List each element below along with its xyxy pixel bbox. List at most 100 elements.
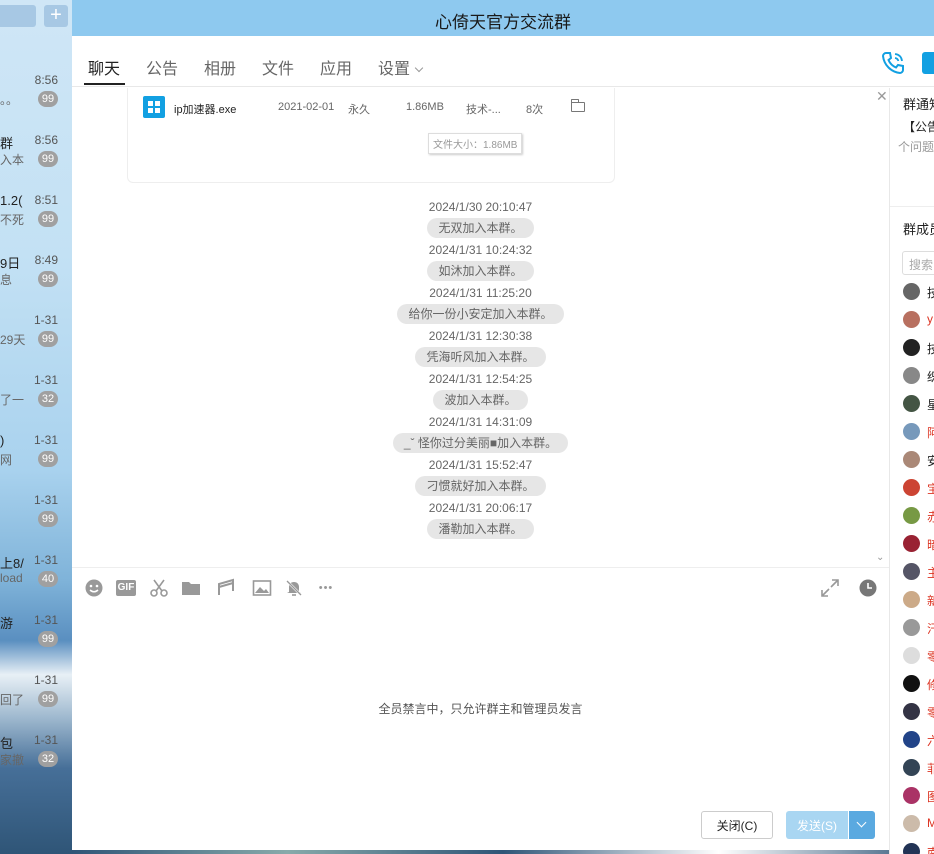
- session-name: 9日: [0, 256, 21, 271]
- session-item[interactable]: 包家撤 1-31 32: [0, 733, 72, 793]
- tab-settings-label: 设置: [378, 61, 411, 78]
- join-notice: 给你一份小安定加入本群。: [397, 304, 564, 324]
- session-item[interactable]: 9日息 8:49 99: [0, 253, 72, 313]
- history-clock-icon[interactable]: [858, 578, 878, 598]
- member-item[interactable]: 图: [903, 785, 934, 805]
- tab-chat[interactable]: 聊天: [88, 55, 120, 79]
- announcement-text[interactable]: 【公告: [903, 118, 934, 135]
- video-call-icon[interactable]: [922, 52, 934, 74]
- file-row[interactable]: ip加速器.exe 2021-02-01 永久 1.86MB 技术-... 8次: [128, 94, 616, 118]
- screenshot-scissors-icon[interactable]: [149, 578, 169, 598]
- session-time: 8:51: [34, 193, 58, 207]
- session-item[interactable]: 。。 8:56 99: [0, 73, 72, 133]
- tab-announcement[interactable]: 公告: [146, 55, 178, 79]
- member-item[interactable]: 暗: [903, 533, 934, 553]
- member-item[interactable]: 零: [903, 701, 934, 721]
- gif-icon[interactable]: GIF: [116, 580, 136, 596]
- session-last-message: 入本: [0, 153, 25, 167]
- phone-call-icon[interactable]: [880, 50, 906, 76]
- session-item[interactable]: 游 1-31 99: [0, 613, 72, 673]
- tab-apps[interactable]: 应用: [320, 55, 352, 79]
- avatar: [903, 619, 920, 636]
- session-item[interactable]: 了一 1-31 32: [0, 373, 72, 433]
- session-item[interactable]: 29天 1-31 99: [0, 313, 72, 373]
- unread-badge: 99: [38, 511, 58, 527]
- session-time: 1-31: [33, 313, 58, 327]
- tab-files[interactable]: 文件: [262, 55, 294, 79]
- message-timestamp: 2024/1/31 12:54:25: [428, 372, 533, 386]
- session-name: 群: [0, 136, 14, 151]
- more-icon[interactable]: •••: [316, 578, 336, 598]
- session-item[interactable]: 上8/load 1-31 40: [0, 553, 72, 613]
- session-last-message: 家撤: [0, 753, 25, 767]
- member-item[interactable]: y: [903, 309, 934, 329]
- member-item[interactable]: 汗: [903, 617, 934, 637]
- avatar: [903, 731, 920, 748]
- member-item[interactable]: 零: [903, 645, 934, 665]
- member-item[interactable]: 修: [903, 673, 934, 693]
- member-name: 星: [927, 396, 934, 413]
- member-item[interactable]: 南: [903, 841, 934, 854]
- expand-icon[interactable]: [820, 578, 840, 598]
- message-timestamp: 2024/1/30 20:10:47: [428, 200, 533, 214]
- file-size-tooltip: 文件大小：1.86MB: [428, 133, 523, 154]
- avatar: [903, 423, 920, 440]
- avatar: [903, 759, 920, 776]
- session-name: ): [0, 433, 5, 448]
- input-area[interactable]: 全员禁言中，只允许群主和管理员发言 关闭(C) 发送(S): [72, 607, 889, 854]
- close-button[interactable]: 关闭(C): [701, 811, 773, 839]
- group-notice-title[interactable]: 群通知: [903, 94, 934, 113]
- session-list: + 。。 8:56 99 群入本 8:56 99 1.2(不死 8:51 99 9日息 8:49 99…: [0, 0, 72, 854]
- join-notice: 如沐加入本群。: [427, 261, 534, 281]
- session-item[interactable]: 1.2(不死 8:51 99: [0, 193, 72, 253]
- music-icon[interactable]: [216, 578, 236, 598]
- join-notice: 波加入本群。: [433, 390, 528, 410]
- member-item[interactable]: 菲: [903, 757, 934, 777]
- add-session-button[interactable]: +: [44, 5, 68, 27]
- member-item[interactable]: 织: [903, 365, 934, 385]
- file-name[interactable]: ip加速器.exe: [174, 101, 236, 117]
- avatar: [903, 311, 920, 328]
- image-icon[interactable]: [252, 578, 272, 598]
- member-search-input[interactable]: 搜索: [902, 251, 934, 275]
- session-last-message: 回了: [0, 693, 25, 707]
- member-item[interactable]: 新: [903, 589, 934, 609]
- group-info-panel: 群通知 【公告 个问题 群成员 搜索 技y技织星阿安宝赤暗主新汗零修零六菲图M 南: [889, 88, 934, 854]
- member-item[interactable]: M: [903, 813, 934, 833]
- file-uploader: 技术-...: [466, 104, 501, 116]
- avatar: [903, 843, 920, 854]
- session-search-input[interactable]: [0, 5, 36, 27]
- session-item[interactable]: 回了 1-31 99: [0, 673, 72, 733]
- session-time: 1-31: [33, 733, 58, 747]
- send-options-dropdown[interactable]: [849, 811, 875, 839]
- members-title: 群成员: [903, 222, 934, 237]
- session-item[interactable]: ) 网 1-31 99: [0, 433, 72, 493]
- member-item[interactable]: 星: [903, 393, 934, 413]
- folder-icon[interactable]: [181, 578, 201, 598]
- tab-settings[interactable]: 设置: [378, 55, 424, 79]
- title-bar: 心倚天官方交流群: [72, 0, 934, 36]
- send-button[interactable]: 发送(S): [786, 811, 848, 839]
- close-icon[interactable]: ✕: [876, 88, 888, 105]
- member-name: 阿: [927, 424, 934, 441]
- member-item[interactable]: 技: [903, 281, 934, 301]
- unread-badge: 99: [38, 631, 58, 647]
- session-item[interactable]: 1-31 99: [0, 493, 72, 553]
- member-item[interactable]: 六: [903, 729, 934, 749]
- scroll-down-icon[interactable]: ⌄: [876, 552, 884, 563]
- chevron-down-icon: [414, 63, 424, 73]
- avatar: [903, 675, 920, 692]
- member-name: M: [927, 816, 934, 830]
- tab-album[interactable]: 相册: [204, 55, 236, 79]
- member-item[interactable]: 阿: [903, 421, 934, 441]
- emoji-icon[interactable]: [84, 578, 104, 598]
- mute-bell-icon[interactable]: [284, 578, 304, 598]
- member-item[interactable]: 赤: [903, 505, 934, 525]
- session-item[interactable]: 群入本 8:56 99: [0, 133, 72, 193]
- member-item[interactable]: 技: [903, 337, 934, 357]
- folder-icon[interactable]: [570, 99, 585, 112]
- member-item[interactable]: 宝: [903, 477, 934, 497]
- member-name: 零: [927, 648, 934, 665]
- member-item[interactable]: 主: [903, 561, 934, 581]
- member-item[interactable]: 安: [903, 449, 934, 469]
